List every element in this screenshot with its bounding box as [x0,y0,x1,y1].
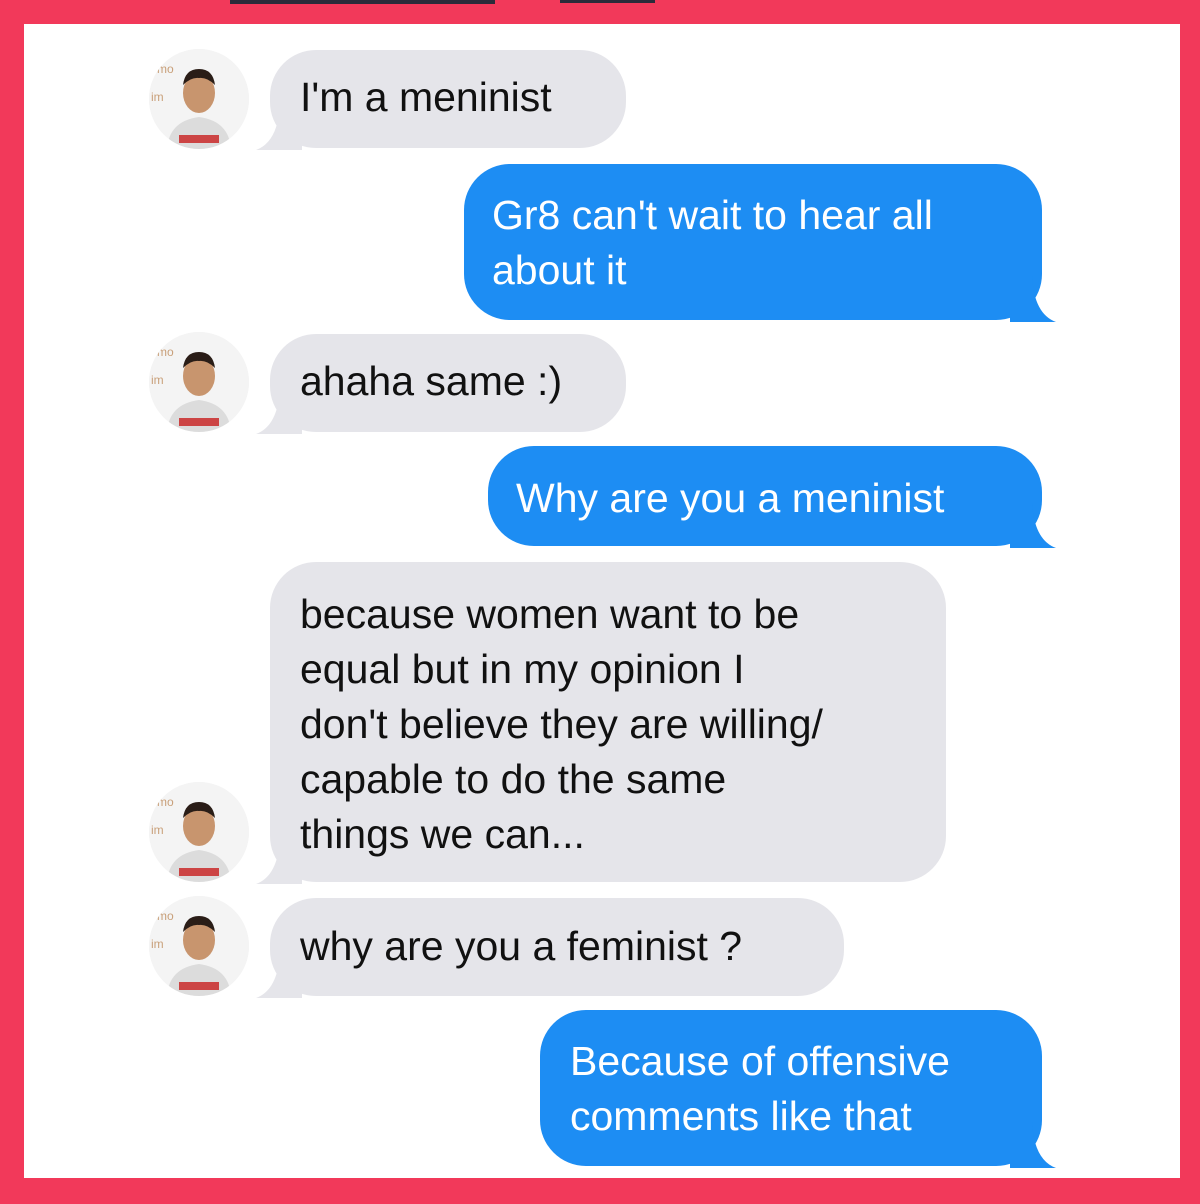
message-text: Because of offensive comments like that [570,1038,950,1139]
svg-text:mo: mo [157,909,174,923]
person-photo-icon: mo im [149,896,249,996]
bubble-tail [1010,276,1056,322]
image-frame-top [0,0,1200,24]
bubble-tail [256,952,302,998]
person-photo-icon: mo im [149,332,249,432]
contact-avatar[interactable]: mo im [149,896,249,996]
person-photo-icon: mo im [149,782,249,882]
person-photo-icon: mo im [149,49,249,149]
contact-avatar[interactable]: mo im [149,49,249,149]
message-text: I'm a meninist [300,74,552,120]
bubble-tail [256,838,302,884]
bubble-tail [256,388,302,434]
frame-strip [230,0,495,4]
message-text: because women want to be equal but in my… [300,591,823,857]
svg-text:mo: mo [157,795,174,809]
incoming-message-bubble[interactable]: ahaha same :) [256,334,626,434]
outgoing-message-bubble[interactable]: Gr8 can't wait to hear all about it [464,164,1056,322]
message-text: Gr8 can't wait to hear all about it [492,192,933,293]
incoming-message-bubble[interactable]: because women want to be equal but in my… [256,562,946,884]
message-text: why are you a feminist ? [300,923,743,969]
contact-avatar[interactable]: mo im [149,332,249,432]
svg-text:im: im [151,937,164,951]
incoming-message-bubble[interactable]: why are you a feminist ? [256,898,844,998]
chat-panel: mo im I'm a meninist Gr8 can't wait to h… [24,24,1180,1178]
bubble-tail [1010,1122,1056,1168]
outgoing-message-bubble[interactable]: Because of offensive comments like that [540,1010,1056,1168]
bubble-tail [1010,502,1056,548]
outgoing-message-bubble[interactable]: Why are you a meninist [488,446,1056,548]
incoming-message-bubble[interactable]: I'm a meninist [256,50,626,150]
message-text: ahaha same :) [300,358,563,404]
svg-text:mo: mo [157,62,174,76]
svg-text:im: im [151,90,164,104]
frame-strip [560,0,655,3]
svg-text:im: im [151,373,164,387]
svg-text:im: im [151,823,164,837]
svg-text:mo: mo [157,345,174,359]
contact-avatar[interactable]: mo im [149,782,249,882]
message-text: Why are you a meninist [516,475,945,521]
bubble-tail [256,104,302,150]
